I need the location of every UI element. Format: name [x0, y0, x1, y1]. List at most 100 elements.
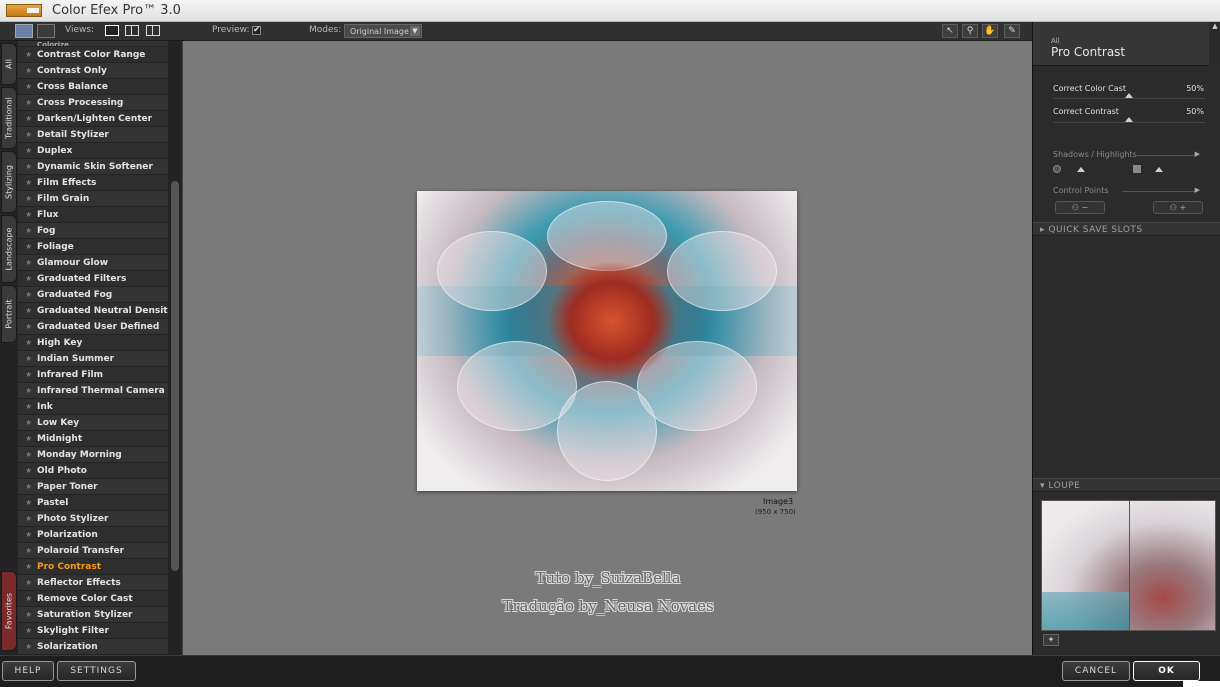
loupe-header[interactable]: ▾ LOUPE — [1033, 478, 1220, 492]
star-icon[interactable]: ★ — [25, 130, 32, 139]
modes-select[interactable]: Original Image ▼ — [344, 24, 422, 38]
shadows-slider-knob[interactable] — [1077, 167, 1085, 172]
star-icon[interactable]: ★ — [25, 546, 32, 555]
control-points-section[interactable]: Control Points — [1053, 186, 1109, 195]
star-icon[interactable]: ★ — [25, 146, 32, 155]
list-item[interactable]: ★ Solarization — [18, 639, 168, 655]
highlights-slider-knob[interactable] — [1155, 167, 1163, 172]
star-icon[interactable]: ★ — [25, 274, 32, 283]
star-icon[interactable]: ★ — [25, 642, 32, 651]
slider-knob[interactable] — [1125, 93, 1133, 98]
add-control-point-button[interactable]: ⚇ + — [1153, 201, 1203, 214]
pointer-tool-icon[interactable]: ↖ — [942, 24, 958, 38]
list-item[interactable]: ★ Graduated Fog — [18, 287, 168, 303]
star-icon[interactable]: ★ — [25, 178, 32, 187]
tab-landscape[interactable]: Landscape — [1, 215, 17, 283]
chevron-right-icon[interactable]: ▶ — [1195, 150, 1200, 158]
list-item[interactable]: ★ Detail Stylizer — [18, 127, 168, 143]
list-view-icon[interactable] — [15, 24, 33, 38]
star-icon[interactable]: ★ — [25, 434, 32, 443]
star-icon[interactable]: ★ — [25, 306, 32, 315]
help-button[interactable]: HELP — [2, 661, 54, 681]
list-item[interactable]: ★ Graduated Filters — [18, 271, 168, 287]
preview-image[interactable] — [417, 191, 797, 491]
list-item[interactable]: ★ Paper Toner — [18, 479, 168, 495]
list-item[interactable]: ★ Glamour Glow — [18, 255, 168, 271]
list-item[interactable]: ★ Polarization — [18, 527, 168, 543]
shadows-highlights-section[interactable]: Shadows / Highlights — [1053, 150, 1137, 159]
star-icon[interactable]: ★ — [25, 210, 32, 219]
star-icon[interactable]: ★ — [25, 578, 32, 587]
list-item[interactable]: ★ Remove Color Cast — [18, 591, 168, 607]
chevron-right-icon[interactable]: ▶ — [1195, 186, 1200, 194]
list-item[interactable]: ★ Low Key — [18, 415, 168, 431]
list-item[interactable]: ★ Indian Summer — [18, 351, 168, 367]
list-item[interactable]: ★ Old Photo — [18, 463, 168, 479]
star-icon[interactable]: ★ — [25, 450, 32, 459]
correct-contrast-slider[interactable] — [1053, 117, 1205, 123]
quick-save-slots-header[interactable]: ▸ QUICK SAVE SLOTS — [1033, 222, 1220, 236]
list-item[interactable]: ★ Contrast Only — [18, 63, 168, 79]
star-icon[interactable]: ★ — [25, 242, 32, 251]
star-icon[interactable]: ★ — [25, 610, 32, 619]
star-icon[interactable]: ★ — [25, 322, 32, 331]
star-icon[interactable]: ★ — [25, 162, 32, 171]
list-item[interactable]: ★ Infrared Film — [18, 367, 168, 383]
star-icon[interactable]: ★ — [25, 338, 32, 347]
list-item[interactable]: ★ Cross Processing — [18, 95, 168, 111]
list-item[interactable]: ★ Contrast Color Range — [18, 47, 168, 63]
ok-button[interactable]: OK — [1133, 661, 1200, 681]
list-item[interactable]: ★ Saturation Stylizer — [18, 607, 168, 623]
list-item[interactable]: ★ High Key — [18, 335, 168, 351]
split-view-button[interactable] — [125, 25, 139, 36]
single-view-button[interactable] — [105, 25, 119, 36]
list-item[interactable]: ★ Pastel — [18, 495, 168, 511]
star-icon[interactable]: ★ — [25, 626, 32, 635]
panel-scrollbar[interactable]: ▲ — [1209, 22, 1220, 66]
star-icon[interactable]: ★ — [25, 226, 32, 235]
star-icon[interactable]: ★ — [25, 290, 32, 299]
star-icon[interactable]: ★ — [25, 370, 32, 379]
list-item[interactable]: ★ Darken/Lighten Center — [18, 111, 168, 127]
side-by-side-view-button[interactable] — [146, 25, 160, 36]
list-item[interactable]: ★ Infrared Thermal Camera — [18, 383, 168, 399]
settings-button[interactable]: SETTINGS — [57, 661, 136, 681]
star-icon[interactable]: ★ — [25, 50, 32, 59]
eyedropper-tool-icon[interactable]: ✎ — [1004, 24, 1020, 38]
list-item[interactable]: ★ Dynamic Skin Softener — [18, 159, 168, 175]
list-item[interactable]: ★ Foliage — [18, 239, 168, 255]
star-icon[interactable]: ★ — [25, 514, 32, 523]
star-icon[interactable]: ★ — [25, 98, 32, 107]
list-item[interactable]: ★ Polaroid Transfer — [18, 543, 168, 559]
list-item[interactable]: ★ Skylight Filter — [18, 623, 168, 639]
list-item[interactable]: ★ Film Effects — [18, 175, 168, 191]
star-icon[interactable]: ★ — [25, 402, 32, 411]
loupe-view[interactable] — [1041, 500, 1216, 631]
star-icon[interactable]: ★ — [25, 386, 32, 395]
thumbnail-view-icon[interactable] — [37, 24, 55, 38]
remove-control-point-button[interactable]: ⚇ − — [1055, 201, 1105, 214]
hand-tool-icon[interactable]: ✋ — [982, 24, 998, 38]
star-icon[interactable]: ★ — [25, 482, 32, 491]
list-item[interactable]: ★ Graduated Neutral Density — [18, 303, 168, 319]
list-item[interactable]: ★ Midnight — [18, 431, 168, 447]
preview-checkbox[interactable]: ✔ — [252, 26, 261, 35]
tab-favorites[interactable]: Favorites — [1, 571, 17, 651]
star-icon[interactable]: ★ — [25, 194, 32, 203]
cancel-button[interactable]: CANCEL — [1062, 661, 1130, 681]
list-item[interactable]: ★ Photo Stylizer — [18, 511, 168, 527]
list-item[interactable]: ★ Flux — [18, 207, 168, 223]
star-icon[interactable]: ★ — [25, 82, 32, 91]
star-icon[interactable]: ★ — [25, 418, 32, 427]
list-item[interactable]: ★ Monday Morning — [18, 447, 168, 463]
preview-canvas[interactable]: Image3 (950 x 750) Tuto by_SuizaBella Tr… — [182, 41, 1032, 655]
star-icon[interactable]: ★ — [25, 114, 32, 123]
tab-traditional[interactable]: Traditional — [1, 87, 17, 149]
list-item[interactable]: ★ Fog — [18, 223, 168, 239]
star-icon[interactable]: ★ — [25, 498, 32, 507]
list-item[interactable]: ★ Ink — [18, 399, 168, 415]
list-item[interactable]: ★ Cross Balance — [18, 79, 168, 95]
list-item[interactable]: ★ Duplex — [18, 143, 168, 159]
scrollbar-thumb[interactable] — [171, 181, 179, 571]
slider-knob[interactable] — [1125, 117, 1133, 122]
